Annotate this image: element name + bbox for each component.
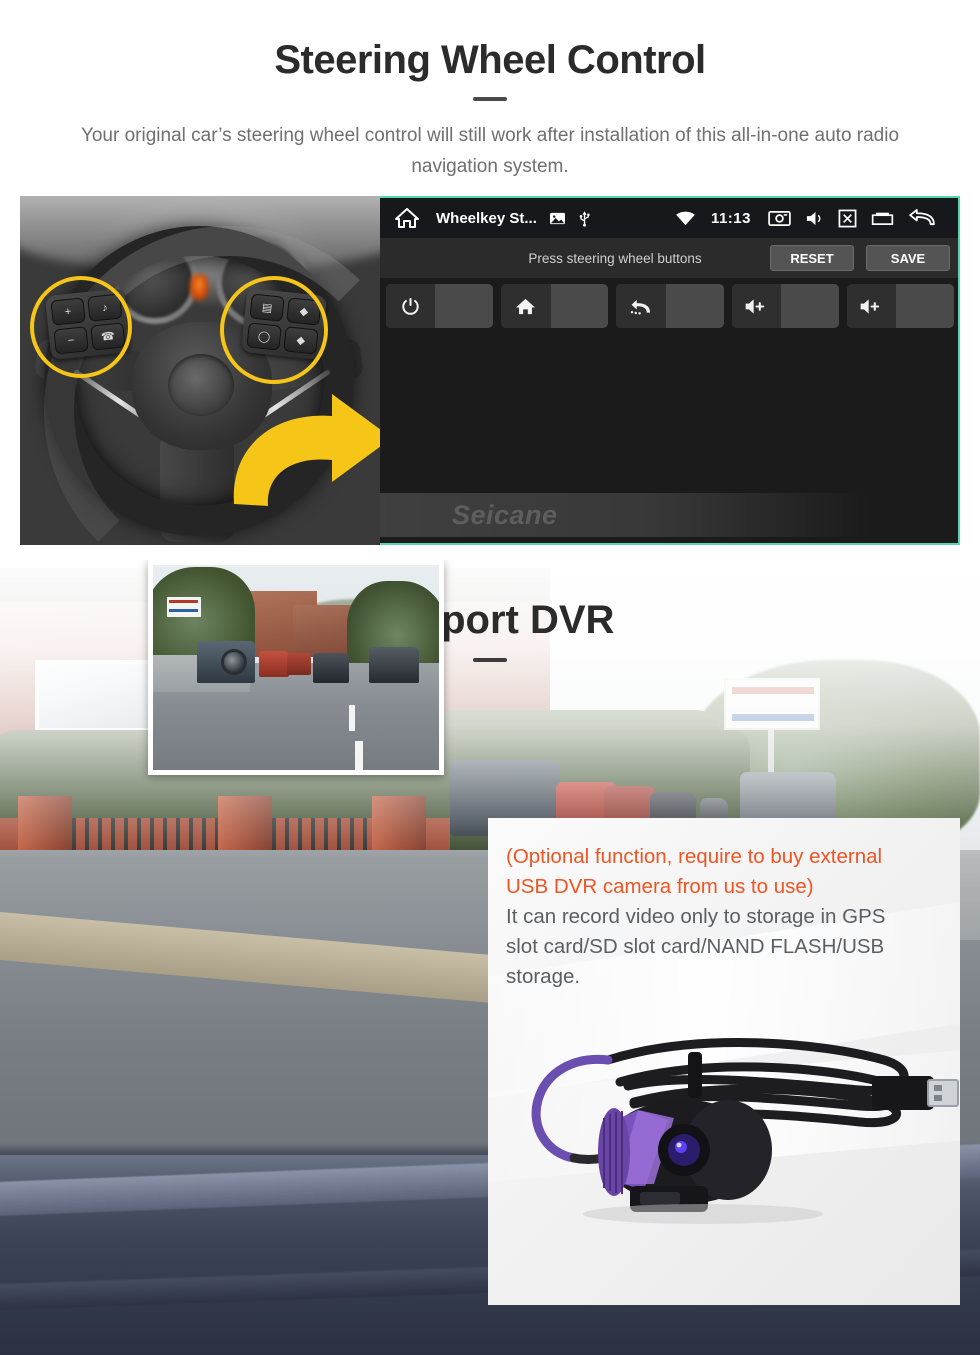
preview-image bbox=[153, 565, 439, 770]
preview-sign-line-1 bbox=[169, 600, 198, 603]
back-icon bbox=[616, 284, 666, 328]
steering-wheel-photo: + ♪ − ☎ ▤ ◆ ◯ ◆ bbox=[20, 196, 380, 545]
dvr-info-text: (Optional function, require to buy exter… bbox=[506, 842, 942, 992]
section1-title: Steering Wheel Control bbox=[274, 38, 706, 82]
key-slot-back[interactable] bbox=[616, 284, 724, 328]
recents-icon[interactable] bbox=[871, 211, 894, 226]
highlight-circle-left bbox=[30, 276, 132, 378]
preview-sign bbox=[167, 597, 201, 617]
description-line-3: storage. bbox=[506, 965, 581, 988]
volume-up-icon bbox=[731, 284, 781, 328]
image-icon bbox=[549, 211, 566, 226]
close-box-icon[interactable] bbox=[838, 209, 857, 228]
key-value-volume-up-2 bbox=[896, 284, 955, 328]
key-slot-volume-up-1[interactable] bbox=[731, 284, 839, 328]
preview-vehicle-red-2 bbox=[287, 653, 311, 675]
preview-vehicle-silver bbox=[369, 647, 419, 683]
usb-dvr-camera-product-photo bbox=[488, 998, 960, 1238]
optional-note-line-1: (Optional function, require to buy exter… bbox=[506, 845, 883, 868]
screenshot-icon[interactable] bbox=[768, 210, 791, 227]
preview-lane-dash-1 bbox=[349, 705, 355, 731]
description-line-1: It can record video only to storage in G… bbox=[506, 905, 886, 928]
highlight-circle-right bbox=[220, 276, 328, 384]
save-button[interactable]: SAVE bbox=[866, 245, 950, 271]
preview-spare-wheel bbox=[221, 649, 247, 675]
key-value-home bbox=[550, 284, 609, 328]
dvr-recording-preview bbox=[148, 560, 444, 775]
key-value-back bbox=[665, 284, 724, 328]
description-line-2: slot card/SD slot card/NAND FLASH/USB bbox=[506, 935, 885, 958]
back-icon[interactable] bbox=[908, 208, 937, 228]
dvr-info-panel: (Optional function, require to buy exter… bbox=[488, 818, 960, 1305]
key-slot-volume-up-2[interactable] bbox=[846, 284, 955, 328]
head-unit-workspace: Seicane bbox=[380, 330, 958, 543]
wifi-icon bbox=[675, 211, 696, 226]
key-slot-home[interactable] bbox=[501, 284, 609, 328]
preview-lane-dash-2 bbox=[355, 741, 363, 770]
app-title: Wheelkey St... bbox=[436, 209, 537, 227]
status-bar-clock: 11:13 bbox=[710, 209, 751, 227]
section2-title-divider bbox=[473, 658, 507, 662]
section2-title: Support DVR bbox=[365, 598, 615, 642]
key-slot-power[interactable] bbox=[386, 284, 494, 328]
watermark-text: Seicane bbox=[452, 499, 558, 530]
key-value-volume-up-1 bbox=[780, 284, 839, 328]
preview-sign-line-2 bbox=[169, 609, 198, 612]
preview-vehicle-black bbox=[313, 653, 349, 683]
wheelkey-toolbar: Press steering wheel buttons RESET SAVE bbox=[380, 238, 958, 278]
product-feature-page: Steering Wheel Control Your original car… bbox=[0, 0, 980, 1355]
usb-icon bbox=[578, 210, 591, 227]
home-icon bbox=[501, 284, 551, 328]
support-dvr-section: Support DVR (Optional function, require … bbox=[0, 560, 980, 1355]
section1-title-divider bbox=[473, 97, 507, 101]
android-status-bar: Wheelkey St... 11:13 bbox=[380, 198, 958, 238]
head-unit-watermark: Seicane bbox=[380, 493, 870, 537]
key-value-power bbox=[435, 284, 494, 328]
preview-vehicle-red bbox=[259, 651, 289, 677]
volume-up-icon bbox=[846, 284, 897, 328]
yellow-arrow-icon bbox=[220, 386, 380, 516]
power-icon bbox=[386, 284, 436, 328]
reset-button[interactable]: RESET bbox=[770, 245, 854, 271]
home-icon[interactable] bbox=[394, 207, 420, 229]
section1-subtitle: Your original car’s steering wheel contr… bbox=[80, 125, 900, 177]
steering-wheel-control-section: Steering Wheel Control Your original car… bbox=[0, 0, 980, 560]
mute-icon[interactable] bbox=[805, 210, 824, 227]
wheelkey-mapping-row bbox=[386, 284, 955, 328]
optional-note-line-2: USB DVR camera from us to use) bbox=[506, 875, 814, 898]
head-unit-screen: Wheelkey St... 11:13 Press steering whee… bbox=[380, 196, 960, 545]
